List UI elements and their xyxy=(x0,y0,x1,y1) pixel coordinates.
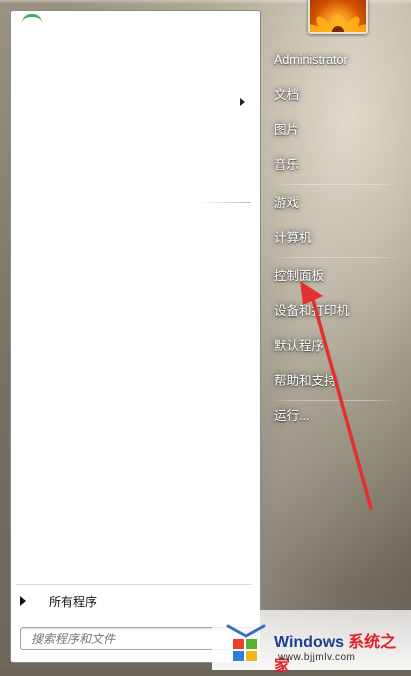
programs-panel xyxy=(10,10,261,663)
watermark: Windows 系统之家 www.bjjmlv.com xyxy=(212,610,411,675)
submenu-arrow-icon[interactable] xyxy=(240,98,245,106)
watermark-brand-en: Windows xyxy=(274,634,345,651)
windows-logo-icon xyxy=(226,624,266,661)
menu-games[interactable]: 游戏 xyxy=(269,190,404,216)
menu-separator xyxy=(271,184,399,185)
all-programs-label: 所有程序 xyxy=(49,594,98,609)
menu-documents[interactable]: 文档 xyxy=(269,82,404,108)
menu-help-support[interactable]: 帮助和支持 xyxy=(269,368,404,394)
all-programs-button[interactable]: 所有程序 xyxy=(14,590,252,612)
menu-pictures[interactable]: 图片 xyxy=(269,117,404,143)
user-name[interactable]: Administrator xyxy=(269,47,404,73)
menu-computer[interactable]: 计算机 xyxy=(269,225,404,251)
search-input[interactable] xyxy=(31,631,231,646)
watermark-url: www.bjjmlv.com xyxy=(278,652,356,663)
menu-default-programs[interactable]: 默认程序 xyxy=(269,333,404,359)
menu-separator xyxy=(271,400,399,401)
user-avatar[interactable] xyxy=(308,0,368,34)
menu-music[interactable]: 音乐 xyxy=(269,152,404,178)
programs-separator xyxy=(198,202,251,203)
expand-arrow-icon xyxy=(20,596,26,606)
menu-separator xyxy=(271,257,399,258)
all-programs-divider xyxy=(16,584,252,585)
menu-devices-printers[interactable]: 设备和打印机 xyxy=(269,298,404,324)
menu-run[interactable]: 运行... xyxy=(269,403,404,429)
program-icon-partial xyxy=(22,14,42,23)
menu-control-panel[interactable]: 控制面板 xyxy=(269,263,404,289)
